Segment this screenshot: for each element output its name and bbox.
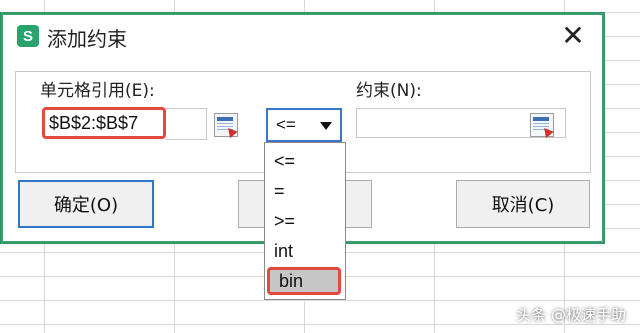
ok-button[interactable]: 确定(O) [18, 180, 154, 228]
dropdown-option-selected[interactable]: bin [267, 267, 341, 295]
cell-reference-input-extension[interactable] [166, 108, 207, 140]
range-picker-icon[interactable] [214, 113, 238, 139]
dropdown-option[interactable]: int [265, 237, 345, 265]
dialog-title: 添加约束 [47, 27, 127, 51]
dropdown-option[interactable]: >= [265, 207, 345, 235]
watermark: 头条 @极速手助 [516, 306, 626, 324]
operator-dropdown-list: <= = >= int bin [264, 142, 346, 300]
close-icon[interactable]: ✕ [560, 22, 586, 50]
wps-spreadsheet-icon: S [17, 25, 39, 47]
operator-select[interactable]: <= [266, 108, 342, 142]
cell-reference-input[interactable]: $B$2:$B$7 [42, 107, 166, 139]
constraint-label: 约束(N): [356, 81, 422, 101]
cancel-button[interactable]: 取消(C) [456, 180, 590, 228]
range-picker-icon[interactable] [530, 113, 554, 139]
cell-reference-label: 单元格引用(E): [40, 81, 155, 101]
operator-value: <= [276, 115, 296, 134]
dropdown-option[interactable]: = [265, 177, 345, 205]
dropdown-option[interactable]: <= [265, 147, 345, 175]
dialog-titlebar: S 添加约束 ✕ [1, 13, 604, 59]
chevron-down-icon [320, 122, 332, 130]
